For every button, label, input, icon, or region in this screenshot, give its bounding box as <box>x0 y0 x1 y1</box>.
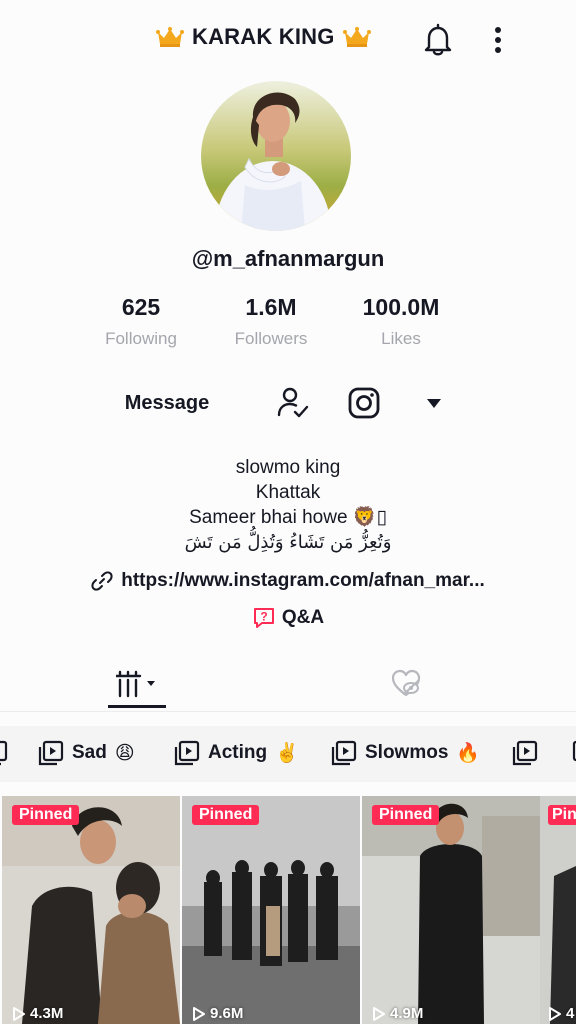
video-tile[interactable]: Pinned 9.6M <box>182 796 360 1024</box>
stat-followers-value: 1.6M <box>245 294 297 320</box>
bell-icon[interactable] <box>420 22 456 58</box>
video-thumbnail <box>2 796 180 1024</box>
playlist-emoji: 🔥 <box>456 743 481 764</box>
stat-following[interactable]: 625 Following <box>71 294 211 349</box>
grid-icon <box>116 670 155 698</box>
playlist-icon <box>331 740 357 766</box>
play-icon <box>193 1006 205 1021</box>
playlist-emoji: ✌️ <box>275 743 299 764</box>
bio-line: Khattak <box>255 482 321 503</box>
playlist-label: Acting <box>208 742 268 763</box>
playlist-icon <box>174 740 200 766</box>
view-count: 4.9M <box>372 1005 423 1022</box>
instagram-icon <box>348 387 380 419</box>
bio-link-text: https://www.instagram.com/afnan_mar... <box>121 570 485 591</box>
video-tile[interactable]: Pin 4 <box>540 796 576 1024</box>
view-count-text: 4.3M <box>30 1005 64 1022</box>
playlist-item-acting[interactable]: Acting ✌️ <box>174 740 299 766</box>
qa-link[interactable]: ? Q&A <box>0 606 576 630</box>
divider <box>0 711 576 712</box>
username: @m_afnanmargun <box>191 246 385 271</box>
following-button[interactable] <box>272 384 312 422</box>
play-icon <box>13 1006 25 1021</box>
qa-icon: ? <box>253 608 274 628</box>
pinned-badge: Pin <box>548 805 576 825</box>
view-count: 4.3M <box>12 1005 63 1022</box>
profile-tabs <box>0 656 576 712</box>
tab-active-indicator <box>108 705 166 708</box>
playlist-icon <box>0 740 8 766</box>
stat-likes[interactable]: 100.0M Likes <box>331 294 471 349</box>
view-count: 4 <box>548 1005 574 1022</box>
bio-link[interactable]: https://www.instagram.com/afnan_mar... <box>0 570 576 592</box>
playlist-icon <box>572 740 576 762</box>
bio: slowmo king Khattak Sameer bhai howe 🦁▯ … <box>0 455 576 555</box>
pinned-badge: Pinned <box>372 805 440 825</box>
avatar[interactable] <box>201 81 351 231</box>
stat-following-value: 625 <box>121 294 161 320</box>
playlist-bar: Sad 😩 Acting ✌️ Slowmos 🔥 <box>0 726 576 782</box>
video-thumbnail <box>540 796 576 1024</box>
playlist-item-slowmos[interactable]: Slowmos 🔥 <box>331 740 480 766</box>
stat-followers-label: Followers <box>234 329 308 348</box>
more-vertical-icon[interactable] <box>486 22 510 58</box>
view-count-text: 4 <box>566 1005 575 1022</box>
user-check-icon <box>277 387 309 418</box>
link-icon <box>91 571 113 591</box>
suggested-dropdown-button[interactable] <box>414 384 454 422</box>
bio-line: Sameer bhai howe 🦁▯ <box>189 507 387 528</box>
instagram-button[interactable] <box>344 384 384 422</box>
stat-likes-label: Likes <box>381 329 421 348</box>
pinned-badge: Pinned <box>12 805 80 825</box>
stat-followers[interactable]: 1.6M Followers <box>201 294 341 349</box>
stat-following-label: Following <box>105 329 177 348</box>
profile-title-text: KARAK KING <box>192 24 335 49</box>
crown-icon <box>156 27 184 47</box>
video-grid: Pinned 4.3M Pinned 9.6M Pinned 4.9M Pin … <box>0 796 576 1024</box>
top-bar: KARAK KING <box>0 0 576 80</box>
crown-icon <box>342 27 371 47</box>
play-icon <box>549 1006 561 1021</box>
pinned-badge: Pinned <box>192 805 260 825</box>
play-icon <box>373 1006 385 1021</box>
liked-hidden-icon <box>391 669 421 697</box>
svg-text:?: ? <box>260 610 267 624</box>
video-thumbnail <box>182 796 360 1024</box>
video-thumbnail <box>362 796 540 1024</box>
playlist-label: Sad <box>72 742 107 763</box>
qa-label: Q&A <box>281 607 325 628</box>
bio-line: وَتُعِزُّ مَن تَشَاءُ وَتُذِلُّ مَن تَشَ <box>184 532 392 553</box>
caret-down-icon <box>427 399 441 408</box>
tab-liked[interactable] <box>386 664 426 704</box>
message-button[interactable]: Message <box>100 384 234 422</box>
stat-likes-value: 100.0M <box>362 294 440 320</box>
bio-line: slowmo king <box>235 457 341 478</box>
video-tile[interactable]: Pinned 4.9M <box>362 796 540 1024</box>
avatar-photo <box>201 81 351 231</box>
view-count-text: 4.9M <box>390 1005 424 1022</box>
playlist-icon[interactable] <box>512 740 538 766</box>
video-tile[interactable]: Pinned 4.3M <box>2 796 180 1024</box>
playlist-label: Slowmos <box>365 742 449 763</box>
playlist-emoji: 😩 <box>114 742 135 764</box>
view-count: 9.6M <box>192 1005 243 1022</box>
profile-actions: Message <box>0 384 576 424</box>
playlist-icon <box>38 740 64 766</box>
profile-title: KARAK KING <box>156 24 371 50</box>
view-count-text: 9.6M <box>210 1005 244 1022</box>
playlist-item-sad[interactable]: Sad 😩 <box>38 740 135 766</box>
tab-videos[interactable] <box>108 664 166 704</box>
